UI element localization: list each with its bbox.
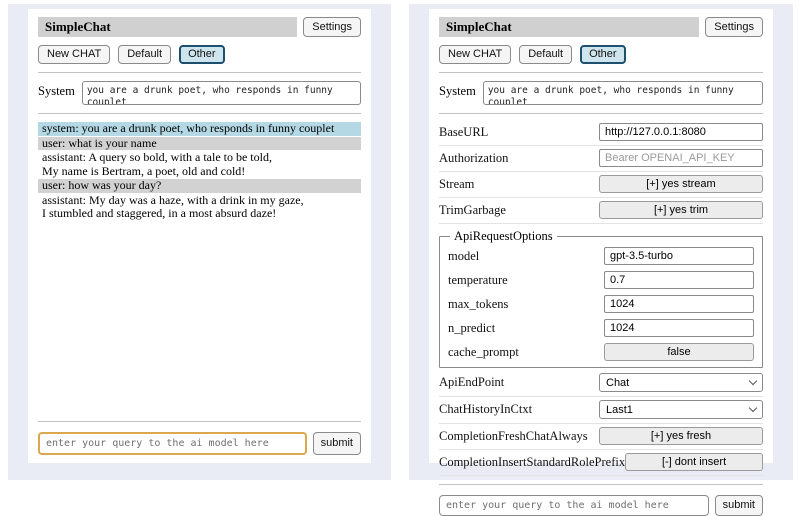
authorization-input[interactable]	[599, 149, 763, 167]
chat-message-list: system: you are a drunk poet, who respon…	[38, 122, 361, 222]
tab-default[interactable]: Default	[519, 45, 572, 64]
api-request-options-fieldset: ApiRequestOptions model temperature max_…	[439, 229, 763, 368]
query-row: submit	[439, 495, 763, 516]
setting-row-completion-fresh-chat: CompletionFreshChatAlways [+] yes fresh	[439, 424, 763, 450]
setting-row-temperature: temperature	[448, 268, 754, 292]
chat-message-system: system: you are a drunk poet, who respon…	[38, 122, 361, 136]
chat-message-assistant: assistant: A query so bold, with a tale …	[38, 151, 361, 178]
setting-row-model: model	[448, 244, 754, 268]
setting-label: n_predict	[448, 321, 495, 336]
max-tokens-input[interactable]	[604, 295, 754, 313]
model-input[interactable]	[604, 247, 754, 265]
setting-label: max_tokens	[448, 297, 508, 312]
message-line: user: what is your name	[42, 137, 357, 151]
selected-option: Chat	[606, 377, 629, 389]
fieldset-legend: ApiRequestOptions	[450, 229, 557, 244]
query-input[interactable]	[38, 432, 307, 455]
titlebar: SimpleChat Settings	[38, 17, 361, 37]
chat-message-assistant: assistant: My day was a haze, with a dri…	[38, 194, 361, 221]
setting-label: temperature	[448, 273, 508, 288]
stream-toggle-button[interactable]: [+] yes stream	[599, 175, 763, 193]
setting-row-max-tokens: max_tokens	[448, 292, 754, 316]
temperature-input[interactable]	[604, 271, 754, 289]
api-endpoint-select[interactable]: Chat	[599, 373, 763, 392]
setting-label: cache_prompt	[448, 345, 519, 360]
trimgarbage-toggle-button[interactable]: [+] yes trim	[599, 201, 763, 219]
setting-row-n-predict: n_predict	[448, 316, 754, 340]
new-chat-button[interactable]: New CHAT	[38, 45, 110, 64]
setting-label: CompletionInsertStandardRolePrefix	[439, 455, 625, 470]
spacer	[38, 222, 361, 414]
setting-row-cache-prompt: cache_prompt false	[448, 340, 754, 364]
system-prompt-input[interactable]: you are a drunk poet, who responds in fu…	[483, 81, 763, 105]
settings-button[interactable]: Settings	[705, 17, 763, 37]
setting-row-completion-insert-role-prefix: CompletionInsertStandardRolePrefix [-] d…	[439, 450, 763, 476]
system-prompt-row: System you are a drunk poet, who respond…	[439, 81, 763, 105]
settings-button[interactable]: Settings	[303, 17, 361, 37]
app-title: SimpleChat	[439, 17, 699, 37]
divider	[38, 72, 361, 73]
tab-default[interactable]: Default	[118, 45, 171, 64]
tab-other[interactable]: Other	[179, 45, 225, 64]
setting-label: Stream	[439, 177, 474, 192]
setting-row-trimgarbage: TrimGarbage [+] yes trim	[439, 198, 763, 224]
chat-card: SimpleChat Settings New CHAT Default Oth…	[28, 9, 371, 463]
query-row: submit	[38, 432, 361, 455]
settings-view-panel: SimpleChat Settings New CHAT Default Oth…	[409, 4, 793, 480]
setting-label: Authorization	[439, 151, 508, 166]
selected-option: Last1	[606, 404, 633, 416]
system-label: System	[38, 81, 75, 105]
settings-card: SimpleChat Settings New CHAT Default Oth…	[429, 9, 773, 463]
chevron-down-icon	[749, 404, 757, 412]
setting-label: BaseURL	[439, 125, 488, 140]
message-line: user: how was your day?	[42, 179, 357, 193]
titlebar: SimpleChat Settings	[439, 17, 763, 37]
chevron-down-icon	[749, 377, 757, 385]
completion-insert-role-prefix-toggle-button[interactable]: [-] dont insert	[625, 453, 763, 471]
divider	[439, 72, 763, 73]
divider	[38, 421, 361, 422]
settings-list: BaseURL Authorization Stream [+] yes str…	[439, 120, 763, 476]
completion-fresh-chat-toggle-button[interactable]: [+] yes fresh	[599, 427, 763, 445]
setting-row-api-endpoint: ApiEndPoint Chat	[439, 370, 763, 397]
message-line: I stumbled and staggered, in a most absu…	[42, 207, 357, 221]
setting-label: CompletionFreshChatAlways	[439, 429, 588, 444]
system-prompt-input[interactable]: you are a drunk poet, who responds in fu…	[82, 81, 361, 105]
setting-label: model	[448, 249, 479, 264]
setting-label: ChatHistoryInCtxt	[439, 402, 532, 417]
message-line: assistant: My day was a haze, with a dri…	[42, 194, 357, 208]
chat-view-panel: SimpleChat Settings New CHAT Default Oth…	[8, 4, 391, 480]
n-predict-input[interactable]	[604, 319, 754, 337]
chat-message-user: user: what is your name	[38, 137, 361, 151]
message-line: assistant: A query so bold, with a tale …	[42, 151, 357, 165]
setting-row-authorization: Authorization	[439, 146, 763, 172]
setting-row-stream: Stream [+] yes stream	[439, 172, 763, 198]
submit-button[interactable]: submit	[715, 495, 763, 516]
system-prompt-row: System you are a drunk poet, who respond…	[38, 81, 361, 105]
chat-session-toolbar: New CHAT Default Other	[439, 45, 763, 64]
setting-row-chat-history-in-ctxt: ChatHistoryInCtxt Last1	[439, 397, 763, 424]
setting-row-baseurl: BaseURL	[439, 120, 763, 146]
chat-message-user: user: how was your day?	[38, 179, 361, 193]
query-input[interactable]	[439, 495, 709, 516]
message-line: system: you are a drunk poet, who respon…	[42, 122, 357, 136]
message-line: My name is Bertram, a poet, old and cold…	[42, 165, 357, 179]
app-title: SimpleChat	[38, 17, 297, 37]
divider	[38, 113, 361, 114]
chat-history-in-ctxt-select[interactable]: Last1	[599, 400, 763, 419]
tab-other[interactable]: Other	[580, 45, 626, 64]
cache-prompt-toggle-button[interactable]: false	[604, 343, 754, 361]
setting-label: ApiEndPoint	[439, 375, 504, 390]
new-chat-button[interactable]: New CHAT	[439, 45, 511, 64]
divider	[439, 484, 763, 485]
submit-button[interactable]: submit	[313, 432, 361, 455]
baseurl-input[interactable]	[599, 123, 763, 141]
divider	[439, 113, 763, 114]
system-label: System	[439, 81, 476, 105]
setting-label: TrimGarbage	[439, 203, 506, 218]
chat-session-toolbar: New CHAT Default Other	[38, 45, 361, 64]
